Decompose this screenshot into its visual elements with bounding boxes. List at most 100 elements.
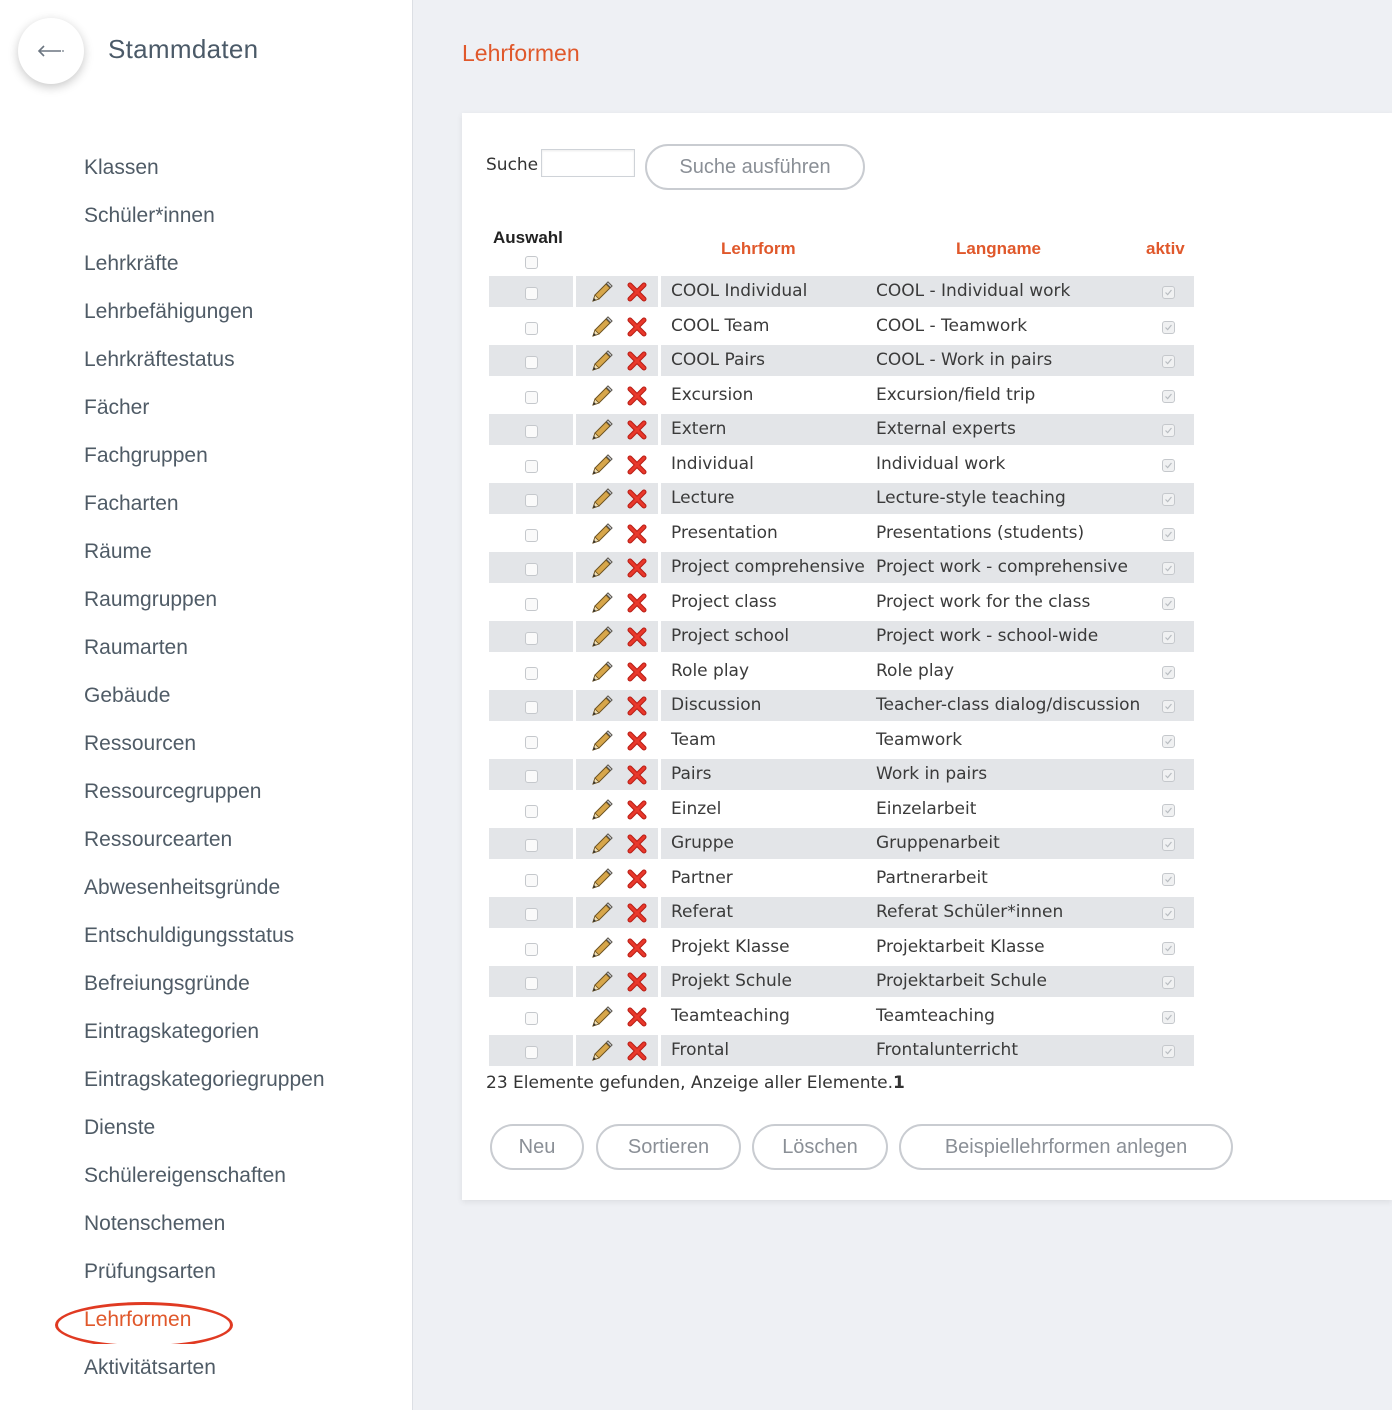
row-select-checkbox[interactable] [525, 356, 538, 369]
row-select-checkbox[interactable] [525, 977, 538, 990]
pencil-icon[interactable] [589, 1038, 615, 1064]
sidebar-item[interactable]: Lehrformen [0, 1296, 334, 1344]
row-select-checkbox[interactable] [525, 528, 538, 542]
pencil-icon[interactable] [589, 797, 615, 823]
delete-x-icon[interactable] [626, 454, 648, 476]
pencil-icon[interactable] [589, 452, 615, 478]
row-select-checkbox[interactable] [525, 425, 538, 438]
row-select-checkbox[interactable] [525, 390, 538, 404]
delete-x-icon[interactable] [626, 695, 648, 717]
pencil-icon[interactable] [589, 693, 615, 719]
sidebar-item[interactable]: Fächer [0, 384, 334, 432]
sidebar-item[interactable]: Entschuldigungsstatus [0, 912, 334, 960]
sidebar-item[interactable]: Abwesenheitsgründe [0, 864, 334, 912]
pencil-icon[interactable] [589, 762, 615, 788]
delete-x-icon[interactable] [626, 557, 648, 579]
sidebar-item[interactable]: Lehrkräftestatus [0, 336, 334, 384]
pencil-icon[interactable] [589, 900, 615, 926]
row-select-checkbox[interactable] [525, 494, 538, 507]
new-button[interactable]: Neu [490, 1124, 584, 1170]
delete-x-icon[interactable] [626, 385, 648, 407]
pencil-icon[interactable] [589, 935, 615, 961]
sidebar-item[interactable]: Räume [0, 528, 334, 576]
delete-x-icon[interactable] [626, 902, 648, 924]
sidebar-item[interactable]: Prüfungsarten [0, 1248, 334, 1296]
row-select-checkbox[interactable] [525, 804, 538, 818]
sidebar-item[interactable]: Dienste [0, 1104, 334, 1152]
sidebar-item[interactable]: Klassen [0, 144, 334, 192]
search-input[interactable] [541, 149, 635, 177]
row-select-checkbox[interactable] [525, 1046, 538, 1059]
sidebar-item[interactable]: Gebäude [0, 672, 334, 720]
row-select-checkbox[interactable] [525, 459, 538, 473]
pencil-icon[interactable] [589, 521, 615, 547]
sidebar-item[interactable]: Befreiungsgründe [0, 960, 334, 1008]
row-select-checkbox[interactable] [525, 701, 538, 714]
row-select-checkbox[interactable] [525, 735, 538, 749]
pencil-icon[interactable] [589, 624, 615, 650]
row-select-checkbox[interactable] [525, 770, 538, 783]
row-select-checkbox[interactable] [525, 942, 538, 956]
page-number[interactable]: 1 [893, 1073, 905, 1093]
delete-x-icon[interactable] [626, 626, 648, 648]
sidebar-item[interactable]: Notenschemen [0, 1200, 334, 1248]
sidebar-item[interactable]: Ressourcegruppen [0, 768, 334, 816]
pencil-icon[interactable] [589, 659, 615, 685]
pencil-icon[interactable] [589, 590, 615, 616]
pencil-icon[interactable] [589, 555, 615, 581]
row-select-checkbox[interactable] [525, 321, 538, 335]
sidebar-item[interactable]: Schülereigenschaften [0, 1152, 334, 1200]
sidebar-item[interactable]: Ressourcearten [0, 816, 334, 864]
delete-x-icon[interactable] [626, 1040, 648, 1062]
create-examples-button[interactable]: Beispiellehrformen anlegen [899, 1124, 1233, 1170]
sidebar-item[interactable]: Raumgruppen [0, 576, 334, 624]
row-select-checkbox[interactable] [525, 1011, 538, 1025]
pencil-icon[interactable] [589, 486, 615, 512]
delete-x-icon[interactable] [626, 350, 648, 372]
row-select-checkbox[interactable] [525, 873, 538, 887]
delete-x-icon[interactable] [626, 730, 648, 752]
pencil-icon[interactable] [589, 1004, 615, 1030]
sidebar-item[interactable]: Eintragskategorien [0, 1008, 334, 1056]
delete-x-icon[interactable] [626, 488, 648, 510]
sidebar-item[interactable]: Aktivitätsarten [0, 1344, 334, 1392]
delete-x-icon[interactable] [626, 868, 648, 890]
delete-x-icon[interactable] [626, 764, 648, 786]
pencil-icon[interactable] [589, 969, 615, 995]
row-select-checkbox[interactable] [525, 563, 538, 576]
sidebar-item[interactable]: Lehrbefähigungen [0, 288, 334, 336]
back-button[interactable] [18, 18, 84, 84]
pencil-icon[interactable] [589, 417, 615, 443]
delete-x-icon[interactable] [626, 661, 648, 683]
sort-button[interactable]: Sortieren [596, 1124, 741, 1170]
sidebar-item[interactable]: Fachgruppen [0, 432, 334, 480]
header-langname[interactable]: Langname [956, 239, 1041, 259]
sidebar-item[interactable]: Lehrkräfte [0, 240, 334, 288]
row-select-checkbox[interactable] [525, 666, 538, 680]
delete-x-icon[interactable] [626, 833, 648, 855]
delete-x-icon[interactable] [626, 592, 648, 614]
delete-x-icon[interactable] [626, 523, 648, 545]
sidebar-item[interactable]: Eintragskategoriegruppen [0, 1056, 334, 1104]
sidebar-item[interactable]: Ressourcen [0, 720, 334, 768]
select-all-checkbox[interactable] [525, 256, 538, 269]
header-lehrform[interactable]: Lehrform [721, 239, 796, 259]
delete-button[interactable]: Löschen [752, 1124, 888, 1170]
search-button[interactable]: Suche ausführen [645, 144, 865, 190]
pencil-icon[interactable] [589, 831, 615, 857]
delete-x-icon[interactable] [626, 937, 648, 959]
row-select-checkbox[interactable] [525, 597, 538, 611]
pencil-icon[interactable] [589, 348, 615, 374]
row-select-checkbox[interactable] [525, 908, 538, 921]
row-select-checkbox[interactable] [525, 839, 538, 852]
delete-x-icon[interactable] [626, 971, 648, 993]
pencil-icon[interactable] [589, 314, 615, 340]
header-aktiv[interactable]: aktiv [1146, 239, 1185, 259]
pencil-icon[interactable] [589, 383, 615, 409]
sidebar-item[interactable]: Raumarten [0, 624, 334, 672]
delete-x-icon[interactable] [626, 1006, 648, 1028]
row-select-checkbox[interactable] [525, 287, 538, 300]
pencil-icon[interactable] [589, 279, 615, 305]
pencil-icon[interactable] [589, 728, 615, 754]
delete-x-icon[interactable] [626, 281, 648, 303]
